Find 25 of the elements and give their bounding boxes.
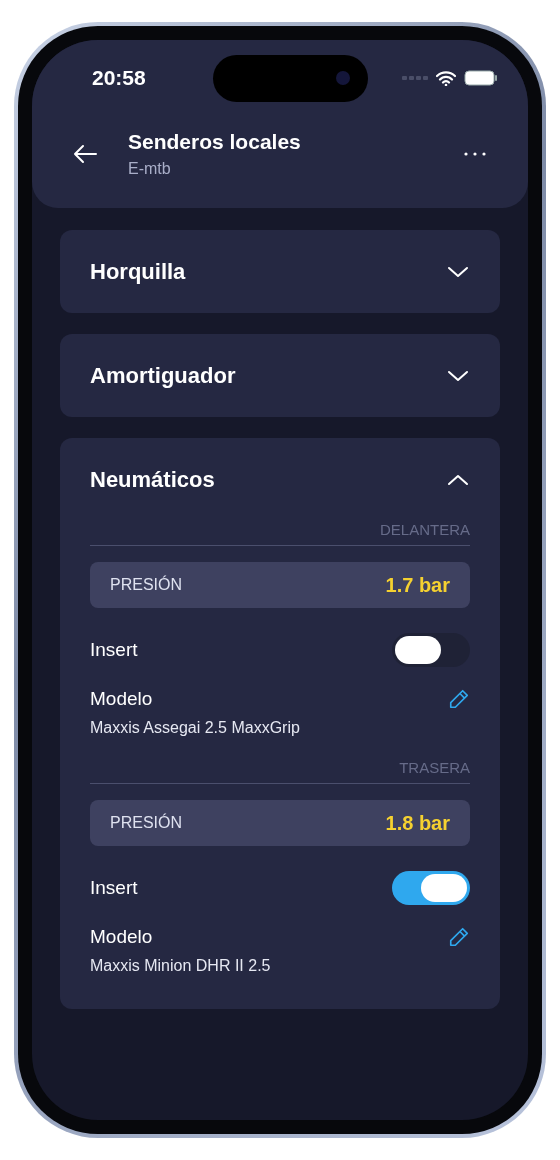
model-label: Modelo [90,926,153,948]
battery-icon [464,70,498,86]
screen-title: Senderos locales [128,130,302,154]
accordion-title[interactable]: Neumáticos [90,466,215,493]
accordion-title[interactable]: Horquilla [90,258,186,285]
accordion-title[interactable]: Amortiguador [90,362,236,389]
insert-toggle[interactable] [392,633,470,667]
wifi-icon [436,70,456,86]
model-label: Modelo [90,688,153,710]
pencil-icon[interactable] [448,688,470,710]
screen-subtitle: E-mtb [128,160,172,178]
insert-toggle[interactable] [392,871,470,905]
status-time: 20:58 [92,66,147,90]
signal-icon [402,76,428,80]
pressure-value: 1.7 bar [385,573,450,597]
model-name: Maxxis Assegai 2.5 MaxxGrip [90,719,301,737]
pencil-icon[interactable] [448,926,470,948]
pressure-value: 1.8 bar [385,811,450,835]
pressure-label: PRESIÓN [110,814,182,832]
section-label: TRASERA [399,759,470,776]
pressure-label: PRESIÓN [110,576,182,594]
insert-label: Insert [90,639,138,661]
model-name: Maxxis Minion DHR II 2.5 [90,957,272,975]
insert-label: Insert [90,877,138,899]
section-label: DELANTERA [379,521,470,538]
